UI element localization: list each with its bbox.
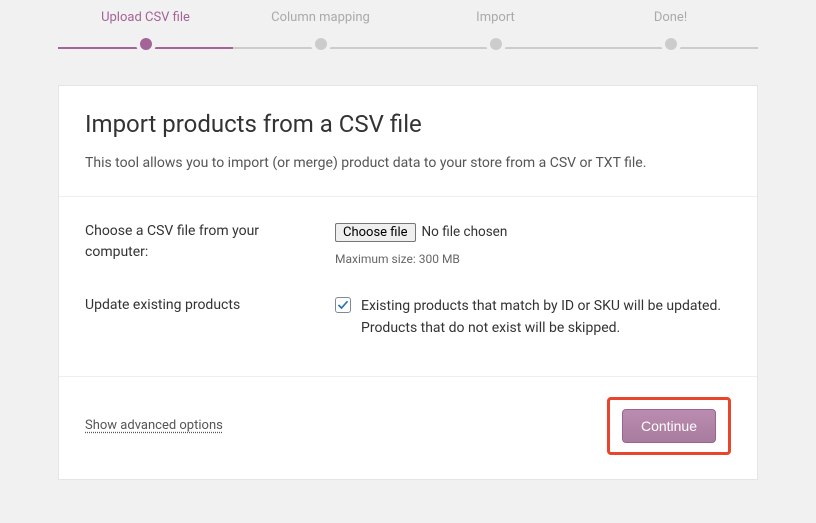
page-title: Import products from a CSV file <box>85 110 731 138</box>
file-status: No file chosen <box>422 222 508 244</box>
file-label: Choose a CSV file from your computer: <box>85 221 335 268</box>
step-label: Upload CSV file <box>58 10 233 25</box>
update-existing-checkbox[interactable] <box>335 297 351 313</box>
show-advanced-link[interactable]: Show advanced options <box>85 418 223 433</box>
step-dot-icon <box>136 34 156 54</box>
step-done: Done! <box>583 10 758 59</box>
card-header: Import products from a CSV file This too… <box>59 86 757 197</box>
import-card: Import products from a CSV file This too… <box>58 85 758 480</box>
file-row: Choose a CSV file from your computer: Ch… <box>85 221 731 268</box>
file-picker[interactable]: Choose file No file chosen <box>335 222 507 244</box>
step-label: Done! <box>583 10 758 25</box>
step-upload: Upload CSV file <box>58 10 233 59</box>
step-import: Import <box>408 10 583 59</box>
file-size-hint: Maximum size: 300 MB <box>335 250 731 269</box>
page-subtitle: This tool allows you to import (or merge… <box>85 152 731 174</box>
step-dot-icon <box>311 34 331 54</box>
update-row: Update existing products Existing produc… <box>85 295 731 340</box>
progress-stepper: Upload CSV file Column mapping Import Do… <box>58 10 758 59</box>
continue-highlight: Continue <box>607 397 731 455</box>
choose-file-button[interactable]: Choose file <box>335 223 416 242</box>
step-dot-icon <box>486 34 506 54</box>
card-body: Choose a CSV file from your computer: Ch… <box>59 197 757 375</box>
continue-button[interactable]: Continue <box>622 409 716 443</box>
checkmark-icon <box>337 299 349 311</box>
step-dot-icon <box>661 34 681 54</box>
update-description: Existing products that match by ID or SK… <box>361 295 731 340</box>
step-label: Column mapping <box>233 10 408 25</box>
update-label: Update existing products <box>85 295 335 340</box>
step-mapping: Column mapping <box>233 10 408 59</box>
step-label: Import <box>408 10 583 25</box>
card-footer: Show advanced options Continue <box>59 376 757 479</box>
